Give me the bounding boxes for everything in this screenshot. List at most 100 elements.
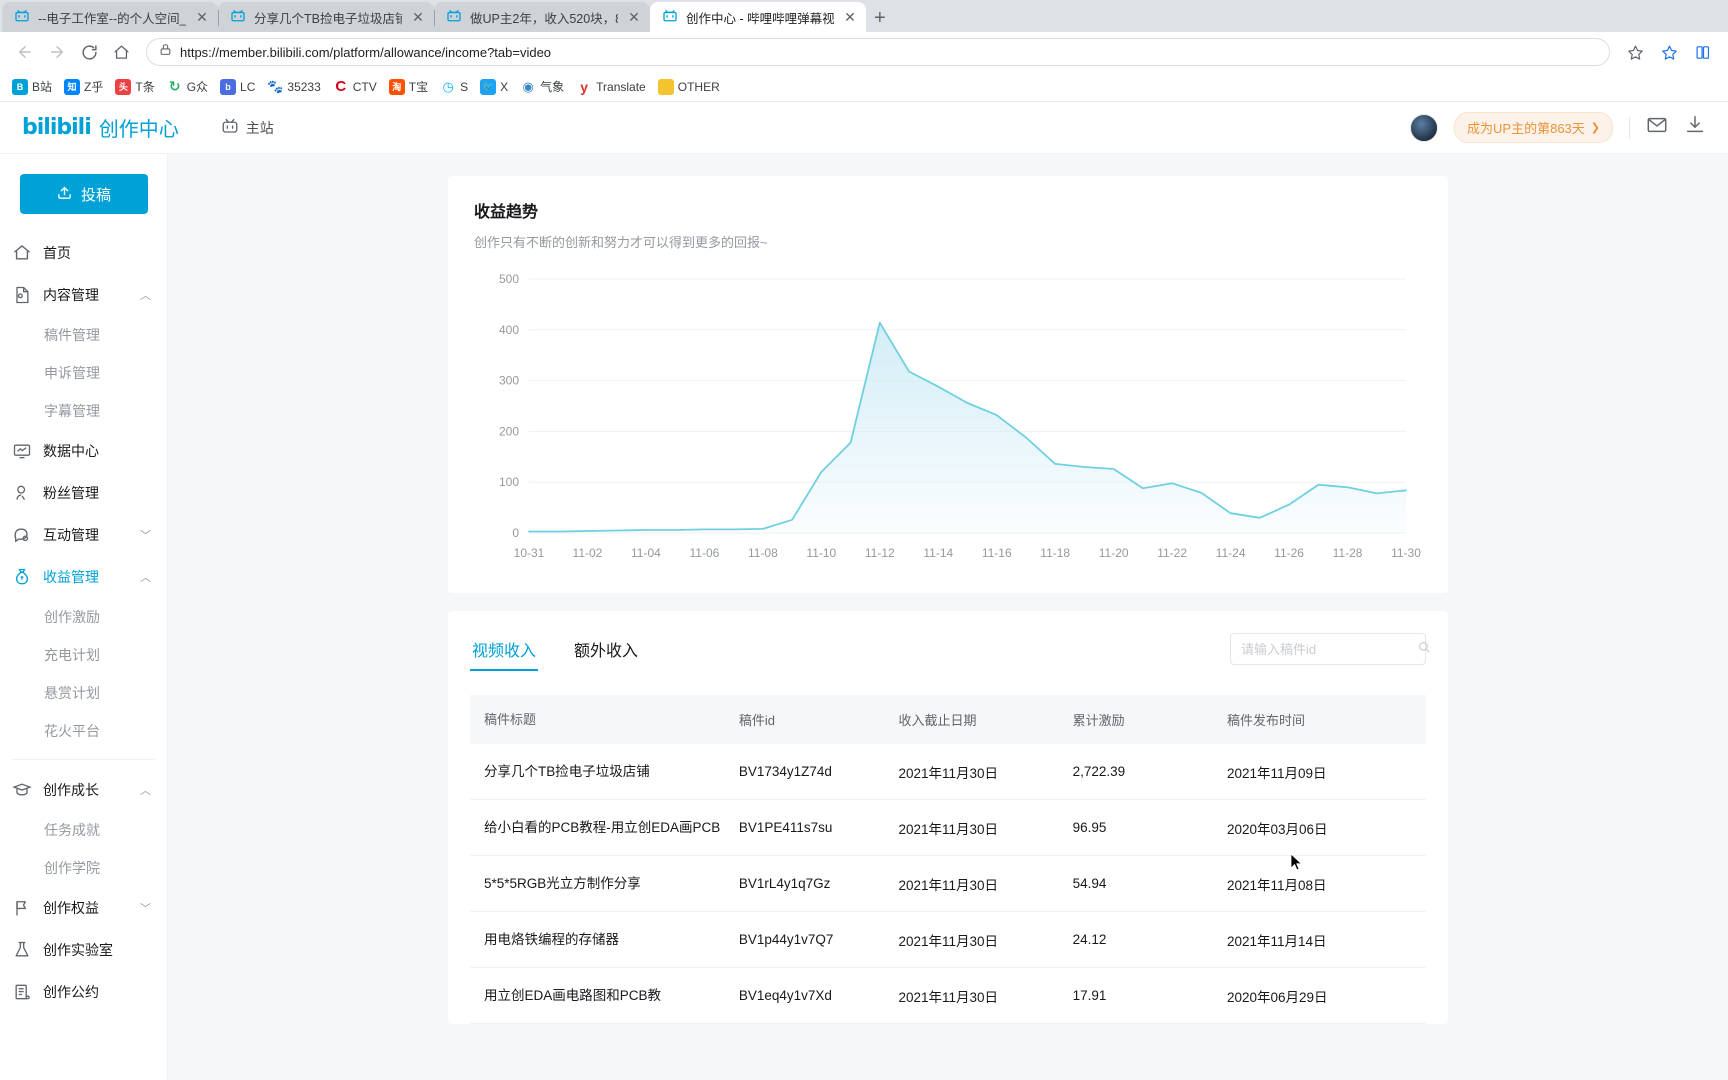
bookmark-item-10[interactable]: ◉ 气象 bbox=[514, 75, 570, 98]
sidebar-subitem-bounty-plan[interactable]: 悬赏计划 bbox=[0, 674, 167, 712]
address-bar[interactable]: https://member.bilibili.com/platform/all… bbox=[146, 38, 1610, 66]
cell-amount: 96.95 bbox=[1072, 799, 1227, 856]
sidebar: 投稿 首页 内容管理 ︿ 稿件管理 申诉管理 字幕管理 数据中心 粉丝管理 互动… bbox=[0, 154, 168, 1080]
table-row[interactable]: 5*5*5RGB光立方制作分享 BV1rL4y1q7Gz 2021年11月30日… bbox=[470, 855, 1426, 912]
bilibili-tv-icon bbox=[221, 117, 239, 138]
avatar[interactable] bbox=[1410, 113, 1439, 142]
bookmark-label: B站 bbox=[32, 80, 53, 94]
toutiao-icon: 头 bbox=[115, 78, 132, 95]
table-row[interactable]: 用立创EDA画电路图和PCB教 BV1eq4y1v7Xd 2021年11月30日… bbox=[470, 967, 1426, 1024]
youdao-icon: y bbox=[576, 78, 593, 95]
svg-text:11-10: 11-10 bbox=[806, 546, 836, 560]
flask-icon bbox=[12, 940, 32, 960]
sidebar-subitem-label: 悬赏计划 bbox=[44, 685, 100, 701]
table-row[interactable]: 分享几个TB捡电子垃圾店铺 BV1734y1Z74d 2021年11月30日 2… bbox=[470, 744, 1426, 800]
search-icon[interactable] bbox=[1417, 640, 1431, 659]
content-icon bbox=[12, 285, 32, 305]
bookmark-item-8[interactable]: ◷ S bbox=[434, 76, 474, 98]
sidebar-item-creation-growth[interactable]: 创作成长 ︿ bbox=[0, 769, 167, 811]
sidebar-subitem-creation-academy[interactable]: 创作学院 bbox=[0, 849, 167, 887]
sidebar-item-income-management[interactable]: 收益管理 ︿ bbox=[0, 556, 167, 598]
new-tab-button[interactable]: + bbox=[874, 8, 886, 32]
sidebar-item-creation-rights[interactable]: 创作权益 ﹀ bbox=[0, 887, 167, 929]
sidebar-subitem-creation-incentive[interactable]: 创作激励 bbox=[0, 598, 167, 636]
tab-close-icon[interactable]: ✕ bbox=[842, 9, 858, 26]
sidebar-subitem-charge-plan[interactable]: 充电计划 bbox=[0, 636, 167, 674]
browser-tab-3[interactable]: 做UP主2年，收入520块，80W播 ✕ bbox=[434, 2, 650, 32]
browser-tab-2[interactable]: 分享几个TB捡电子垃圾店铺_哔哩 ✕ bbox=[218, 2, 434, 32]
bookmark-label: T宝 bbox=[408, 80, 429, 94]
bookmark-item-11[interactable]: y Translate bbox=[570, 76, 652, 98]
graduation-icon bbox=[12, 780, 32, 800]
table-row[interactable]: 用电烙铁编程的存储器 BV1p44y1v7Q7 2021年11月30日 24.1… bbox=[470, 911, 1426, 968]
sidebar-item-fans[interactable]: 粉丝管理 bbox=[0, 472, 167, 514]
browser-tab-title: 做UP主2年，收入520块，80W播 bbox=[470, 11, 618, 26]
chart-svg: 0 100 200 300 400 500 10-31 11-02 11-04 11-06 11-0… bbox=[499, 272, 1421, 560]
bookmark-item-5[interactable]: 🐾 35233 bbox=[261, 76, 326, 98]
up-days-badge[interactable]: 成为UP主的第863天 ❯ bbox=[1454, 112, 1613, 143]
bookmark-star-icon[interactable] bbox=[1620, 37, 1650, 67]
table-header: 稿件标题 稿件id 收入截止日期 累计激励 稿件发布时间 bbox=[470, 695, 1426, 744]
sidebar-item-home[interactable]: 首页 bbox=[0, 232, 167, 274]
browser-tab-1[interactable]: --电子工作室--的个人空间_哔哩 ✕ bbox=[2, 2, 218, 32]
favorites-icon[interactable] bbox=[1654, 37, 1684, 67]
income-table: 稿件标题 稿件id 收入截止日期 累计激励 稿件发布时间 分享几个TB捡电子垃圾… bbox=[470, 695, 1426, 1024]
bookmark-item-9[interactable]: 🐦 X bbox=[474, 76, 514, 98]
browser-chrome: --电子工作室--的个人空间_哔哩 ✕ 分享几个TB捡电子垃圾店铺_哔哩 ✕ 做… bbox=[0, 0, 1728, 102]
mail-icon[interactable] bbox=[1646, 114, 1668, 141]
chevron-up-icon: ︿ bbox=[140, 290, 151, 302]
main-site-link[interactable]: 主站 bbox=[221, 117, 274, 138]
bookmark-item-7[interactable]: 淘 T宝 bbox=[383, 75, 434, 98]
download-icon[interactable] bbox=[1684, 114, 1706, 141]
bookmark-item-2[interactable]: 头 T条 bbox=[109, 75, 160, 98]
search-input[interactable] bbox=[1241, 641, 1417, 657]
tab-extra-income[interactable]: 额外收入 bbox=[572, 637, 640, 671]
sidebar-subitem-huahuo-platform[interactable]: 花火平台 bbox=[0, 712, 167, 750]
sidebar-subitem-subtitle[interactable]: 字幕管理 bbox=[0, 392, 167, 430]
bilibili-creator-center: bilibili 创作中心 主站 成为UP主的第863天 ❯ 投稿 首页 内容管… bbox=[0, 102, 1728, 1080]
bookmark-item-4[interactable]: b LC bbox=[214, 76, 261, 98]
upload-button[interactable]: 投稿 bbox=[19, 174, 148, 214]
bookmark-item-1[interactable]: 知 Z乎 bbox=[58, 75, 109, 98]
sidebar-item-creation-convention[interactable]: 创作公约 bbox=[0, 971, 167, 1013]
sidebar-item-label: 创作实验室 bbox=[43, 942, 113, 958]
svg-text:11-18: 11-18 bbox=[1040, 546, 1070, 560]
sidebar-subitem-task-achievement[interactable]: 任务成就 bbox=[0, 811, 167, 849]
home-icon[interactable] bbox=[106, 37, 136, 67]
sidebar-subitem-appeal[interactable]: 申诉管理 bbox=[0, 354, 167, 392]
sidebar-subitem-manuscript[interactable]: 稿件管理 bbox=[0, 316, 167, 354]
reload-icon[interactable] bbox=[74, 37, 104, 67]
bookmarks-bar: B B站 知 Z乎 头 T条 ↻ G众 b LC 🐾 35233 C CTV 淘 T宝 ◷ S 🐦… bbox=[0, 72, 1728, 102]
bookmark-item-3[interactable]: ↻ G众 bbox=[161, 75, 214, 98]
cell-id: BV1p44y1v7Q7 bbox=[738, 911, 899, 968]
sidebar-item-content-management[interactable]: 内容管理 ︿ bbox=[0, 274, 167, 316]
sidebar-item-label: 粉丝管理 bbox=[43, 485, 99, 501]
tab-video-income[interactable]: 视频收入 bbox=[470, 637, 539, 671]
sidebar-subitem-label: 任务成就 bbox=[44, 822, 100, 838]
tab-separator bbox=[434, 10, 435, 26]
tab-close-icon[interactable]: ✕ bbox=[194, 9, 210, 26]
sidebar-subitem-label: 创作学院 bbox=[44, 860, 100, 876]
sidebar-item-creation-lab[interactable]: 创作实验室 bbox=[0, 929, 167, 971]
forward-icon[interactable] bbox=[42, 37, 72, 67]
table-row[interactable]: 给小白看的PCB教程-用立创EDA画PCB BV1PE411s7su 2021年… bbox=[470, 799, 1426, 856]
tab-close-icon[interactable]: ✕ bbox=[626, 9, 642, 26]
svg-text:11-16: 11-16 bbox=[982, 546, 1012, 560]
sidebar-item-data-center[interactable]: 数据中心 bbox=[0, 430, 167, 472]
app-logo[interactable]: bilibili 创作中心 bbox=[22, 113, 179, 142]
bilibili-tv-icon bbox=[230, 8, 246, 27]
browser-tab-title: 分享几个TB捡电子垃圾店铺_哔哩 bbox=[254, 11, 402, 26]
back-icon[interactable] bbox=[10, 37, 40, 67]
svg-text:11-06: 11-06 bbox=[689, 546, 719, 560]
collections-icon[interactable] bbox=[1688, 37, 1718, 67]
table-body: 分享几个TB捡电子垃圾店铺 BV1734y1Z74d 2021年11月30日 2… bbox=[470, 744, 1426, 1024]
tab-close-icon[interactable]: ✕ bbox=[410, 9, 426, 26]
cell-id: BV1eq4y1v7Xd bbox=[738, 967, 899, 1024]
svg-text:11-24: 11-24 bbox=[1216, 546, 1246, 560]
bookmark-item-6[interactable]: C CTV bbox=[327, 76, 383, 98]
bookmark-item-12[interactable]: OTHER bbox=[652, 76, 726, 98]
sidebar-item-interaction[interactable]: 互动管理 ﹀ bbox=[0, 514, 167, 556]
bookmark-item-0[interactable]: B B站 bbox=[6, 75, 58, 98]
browser-tab-4-active[interactable]: 创作中心 - 哔哩哔哩弹幕视频网 ✕ bbox=[650, 2, 866, 32]
search-box[interactable] bbox=[1230, 633, 1430, 665]
